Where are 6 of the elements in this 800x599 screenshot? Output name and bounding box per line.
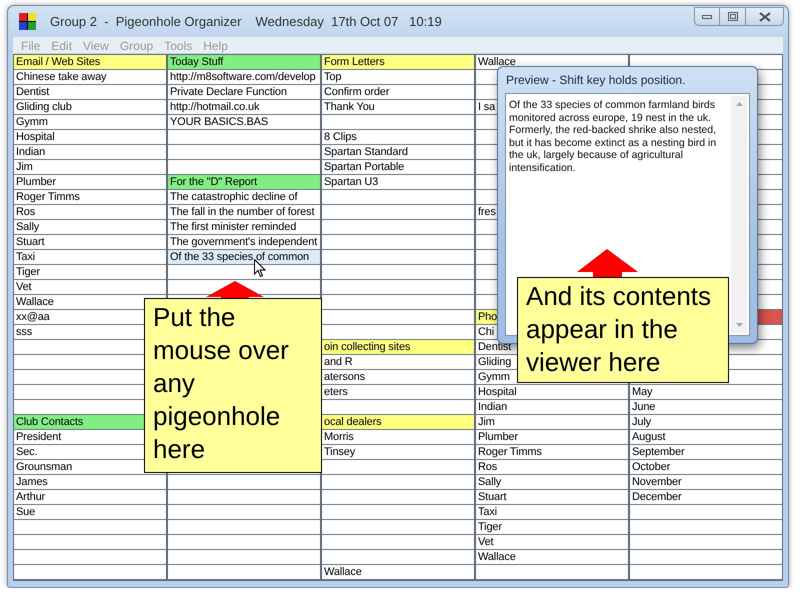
preview-text: Of the 33 species of common farmland birds monitored across europe, 19 nest in the uk. Formerly, the red-backed shrike also nested, but it has become extinct as a nesting bird in the uk, largely because of agricultural intensification. xyxy=(508,98,718,174)
window-title: Group 2 - Pigeonhole Organizer xyxy=(50,14,242,29)
callout-tooltip: Put the mouse over any pigeonhole here xyxy=(144,298,322,473)
preview-title: Preview - Shift key holds position. xyxy=(505,72,686,89)
callout-tooltip: And its contents appear in the viewer here xyxy=(517,277,729,383)
date-time: Wednesday 17th Oct 07 10:19 xyxy=(256,14,442,29)
